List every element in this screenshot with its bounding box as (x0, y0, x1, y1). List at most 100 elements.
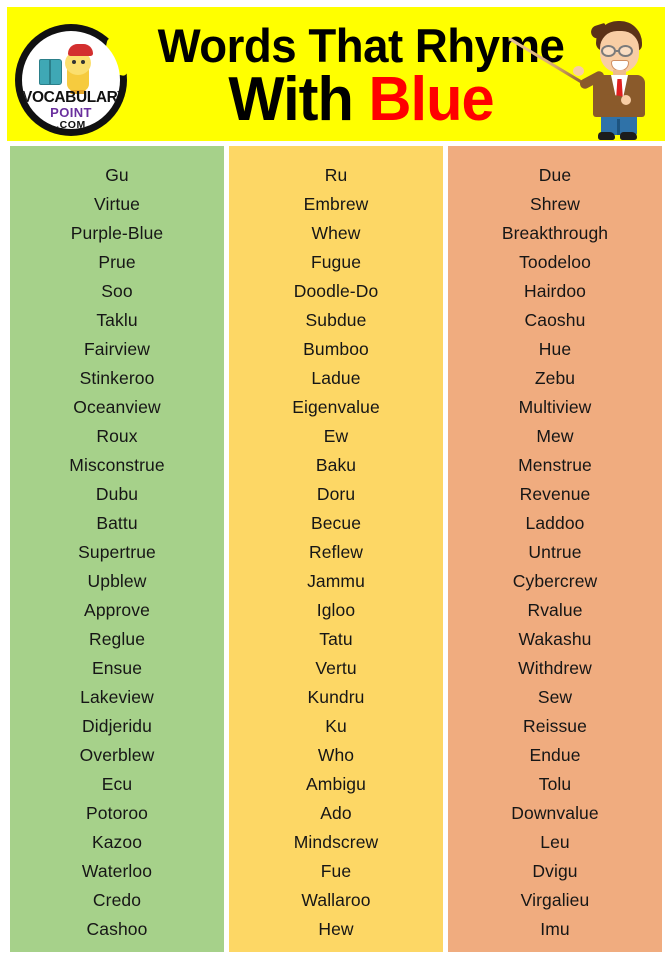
logo-text-point: POINT (50, 105, 92, 120)
poster-title: Words That Rhyme With Blue (127, 9, 595, 139)
word-column-orange: Due Shrew Breakthrough Toodeloo Hairdoo Caosh… (448, 146, 662, 952)
word-item: Tolu (538, 774, 572, 794)
word-item: Soo (101, 281, 133, 301)
word-item: Kazoo (91, 832, 143, 852)
word-item: Reissue (523, 716, 587, 736)
word-item: Whew (311, 223, 361, 243)
word-item: Ew (323, 426, 349, 446)
word-item: Revenue (519, 484, 591, 504)
word-item: Virtue (94, 194, 140, 214)
word-item: Menstrue (518, 455, 592, 475)
word-item: Baku (315, 455, 357, 475)
word-item: Kundru (307, 687, 365, 707)
word-item: Vertu (315, 658, 357, 678)
word-item: Oceanview (73, 397, 161, 417)
word-item: Ladue (311, 368, 361, 388)
word-item: Sew (537, 687, 573, 707)
word-item: Overblew (79, 745, 155, 765)
word-item: Ku (325, 716, 347, 736)
word-item: Zebu (534, 368, 576, 388)
word-item: Hew (318, 919, 354, 939)
teacher-glasses-left (601, 45, 616, 57)
word-item: Jammu (307, 571, 365, 591)
word-item: Fue (320, 861, 352, 881)
word-item: Leu (540, 832, 570, 852)
word-item: Doodle-Do (293, 281, 379, 301)
word-item: Becue (310, 513, 362, 533)
word-item: Due (538, 165, 572, 185)
teacher-shoe-right (620, 132, 637, 140)
word-item: Toodeloo (519, 252, 591, 272)
word-item: Subdue (305, 310, 367, 330)
chick-mascot-eye-left (72, 60, 76, 64)
word-item: Endue (529, 745, 581, 765)
teacher-illustration (508, 13, 663, 141)
word-item: Ado (320, 803, 352, 823)
word-item: Credo (92, 890, 142, 910)
word-item: Shrew (529, 194, 581, 214)
logo-text-dotcom: .COM (56, 119, 86, 129)
word-item: Dvigu (532, 861, 578, 881)
word-item: Misconstrue (69, 455, 165, 475)
word-item: Withdrew (518, 658, 592, 678)
teacher-glasses-right (618, 45, 633, 57)
title-line-2-prefix: With (228, 65, 369, 134)
word-item: Igloo (316, 600, 356, 620)
word-item: Lakeview (80, 687, 154, 707)
word-column-yellow: Ru Embrew Whew Fugue Doodle-Do Subdue Bumboo La… (229, 146, 443, 952)
word-item: Wakashu (518, 629, 592, 649)
word-item: Imu (540, 919, 570, 939)
word-item: Hue (538, 339, 572, 359)
word-item: Mew (536, 426, 574, 446)
word-item: Caoshu (524, 310, 586, 330)
teacher-shoe-left (598, 132, 615, 140)
word-item: Gu (105, 165, 129, 185)
word-item: Potoroo (86, 803, 148, 823)
word-item: Approve (84, 600, 150, 620)
word-item: Reglue (88, 629, 146, 649)
vocabulary-point-logo: VOCABULARY POINT .COM (15, 24, 134, 136)
word-item: Battu (96, 513, 138, 533)
word-item: Rvalue (527, 600, 583, 620)
word-item: Reflew (308, 542, 364, 562)
title-line-2: With Blue (136, 67, 585, 133)
word-item: Multiview (518, 397, 592, 417)
word-item: Supertrue (78, 542, 156, 562)
chick-mascot-eye-right (81, 60, 85, 64)
word-item: Ambigu (306, 774, 366, 794)
word-item: Cybercrew (512, 571, 598, 591)
word-item: Breakthrough (501, 223, 609, 243)
word-item: Waterloo (81, 861, 153, 881)
word-item: Ecu (101, 774, 133, 794)
word-item: Eigenvalue (292, 397, 380, 417)
word-item: Fairview (84, 339, 150, 359)
word-item: Upblew (87, 571, 147, 591)
word-item: Doru (316, 484, 356, 504)
title-line-2-highlight: Blue (368, 65, 494, 134)
word-item: Ru (324, 165, 348, 185)
word-item: Stinkeroo (79, 368, 155, 388)
word-item: Bumboo (303, 339, 369, 359)
word-item: Downvalue (511, 803, 599, 823)
logo-inner-circle: VOCABULARY POINT .COM (22, 31, 120, 129)
word-item: Taklu (96, 310, 138, 330)
word-item: Hairdoo (524, 281, 586, 301)
teacher-hand-right (621, 95, 631, 105)
word-item: Untrue (528, 542, 582, 562)
word-item: Cashoo (86, 919, 148, 939)
word-columns: Gu Virtue Purple-Blue Prue Soo Taklu Fairview S… (10, 146, 662, 952)
word-item: Embrew (303, 194, 369, 214)
word-item: Prue (98, 252, 136, 272)
word-item: Roux (96, 426, 138, 446)
word-item: Dubu (95, 484, 139, 504)
word-item: Mindscrew (293, 832, 379, 852)
book-icon (39, 58, 62, 85)
word-item: Wallaroo (301, 890, 371, 910)
word-item: Tatu (319, 629, 353, 649)
word-item: Laddoo (525, 513, 585, 533)
teacher-glasses-bridge (616, 50, 619, 52)
word-column-green: Gu Virtue Purple-Blue Prue Soo Taklu Fairview S… (10, 146, 224, 952)
word-item: Who (317, 745, 355, 765)
word-item: Fugue (310, 252, 362, 272)
word-item: Didjeridu (82, 716, 152, 736)
